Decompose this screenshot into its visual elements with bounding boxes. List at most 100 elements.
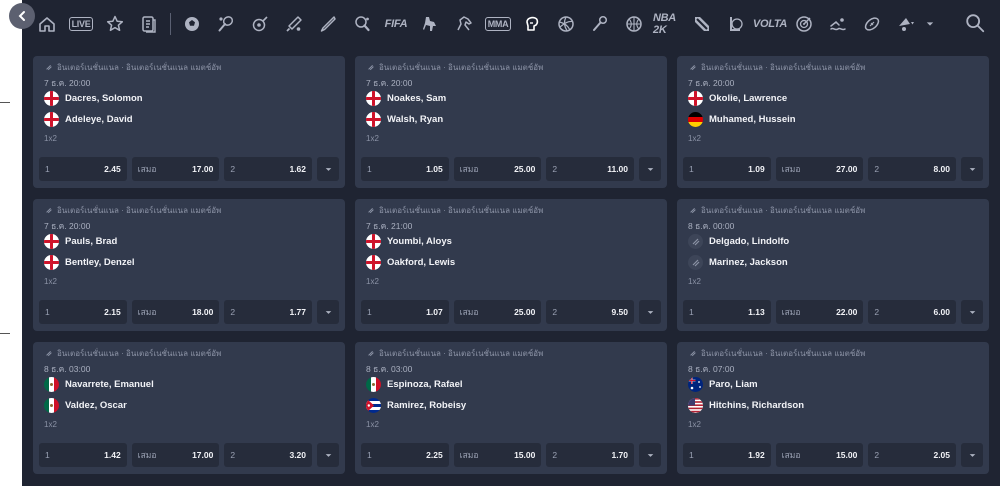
odds-button-away[interactable]: 2 1.70 <box>546 443 635 467</box>
nav-item-dota[interactable] <box>685 0 719 48</box>
nav-item-swimming[interactable] <box>821 0 855 48</box>
match-card[interactable]: อินเตอร์เนชั่นแนล · อินเตอร์เนชั่นแนล แม… <box>33 342 345 474</box>
odds-button-home[interactable]: 1 1.07 <box>361 300 449 324</box>
odds-label: เสมอ <box>459 450 479 460</box>
odds-button-draw[interactable]: เสมอ 25.00 <box>453 157 542 181</box>
nav-item-home[interactable] <box>30 0 64 48</box>
more-markets-button[interactable] <box>961 443 984 467</box>
nav-item-league-of-legends[interactable] <box>719 0 753 48</box>
odds-button-away[interactable]: 2 6.00 <box>868 300 957 324</box>
league-name: อินเตอร์เนชั่นแนล · อินเตอร์เนชั่นแนล แม… <box>379 348 544 358</box>
nav-item-volta-fifa[interactable]: VOLTA <box>753 0 787 48</box>
more-markets-button[interactable] <box>961 157 984 181</box>
match-card[interactable]: อินเตอร์เนชั่นแนล · อินเตอร์เนชั่นแนล แม… <box>355 342 667 474</box>
league-name: อินเตอร์เนชั่นแนล · อินเตอร์เนชั่นแนล แม… <box>701 62 866 72</box>
odds-button-draw[interactable]: เสมอ 25.00 <box>453 300 542 324</box>
odds-button-home[interactable]: 1 1.13 <box>683 300 771 324</box>
more-markets-button[interactable] <box>639 443 662 467</box>
odds-row: 1 1.92 เสมอ 15.00 2 2.05 <box>683 443 984 467</box>
odds-value: 2.15 <box>104 307 121 317</box>
more-markets-button[interactable] <box>639 157 662 181</box>
match-card[interactable]: อินเตอร์เนชั่นแนล · อินเตอร์เนชั่นแนล แม… <box>355 56 667 188</box>
nav-item-badminton[interactable] <box>583 0 617 48</box>
odds-button-home[interactable]: 1 1.42 <box>39 443 127 467</box>
odds-label: 2 <box>552 307 558 317</box>
swimming-icon <box>830 18 846 31</box>
away-team: Muhamed, Hussein <box>683 109 983 130</box>
nav-item-baseball[interactable] <box>311 0 345 48</box>
back-button[interactable] <box>9 3 35 29</box>
odds-label: 2 <box>552 450 558 460</box>
odds-button-home[interactable]: 1 2.45 <box>39 157 127 181</box>
more-markets-button[interactable] <box>317 300 340 324</box>
match-card[interactable]: อินเตอร์เนชั่นแนล · อินเตอร์เนชั่นแนล แม… <box>677 199 989 331</box>
match-card[interactable]: อินเตอร์เนชั่นแนล · อินเตอร์เนชั่นแนล แม… <box>355 199 667 331</box>
odds-button-draw[interactable]: เสมอ 27.00 <box>775 157 864 181</box>
odds-button-away[interactable]: 2 1.77 <box>224 300 313 324</box>
search-button[interactable] <box>964 12 988 36</box>
odds-value: 1.77 <box>289 307 307 317</box>
nav-item-more-sports[interactable] <box>889 0 923 48</box>
caret-down-icon <box>647 167 653 171</box>
odds-button-home[interactable]: 1 1.09 <box>683 157 771 181</box>
caret-down-icon <box>969 310 975 314</box>
league-label: อินเตอร์เนชั่นแนล · อินเตอร์เนชั่นแนล แม… <box>39 62 339 72</box>
more-markets-button[interactable] <box>317 157 340 181</box>
match-card[interactable]: อินเตอร์เนชั่นแนล · อินเตอร์เนชั่นแนล แม… <box>33 199 345 331</box>
odds-button-home[interactable]: 1 2.25 <box>361 443 449 467</box>
odds-button-away[interactable]: 2 9.50 <box>546 300 635 324</box>
nav-item-soccer[interactable] <box>175 0 209 48</box>
market-label: 1x2 <box>366 420 379 429</box>
nav-item-mma[interactable]: MMA <box>481 0 515 48</box>
odds-button-draw[interactable]: เสมอ 17.00 <box>131 157 220 181</box>
none-flag-icon <box>688 234 703 249</box>
market-label: 1x2 <box>688 134 701 143</box>
home-team-name: Navarrete, Emanuel <box>65 379 154 390</box>
odds-button-home[interactable]: 1 2.15 <box>39 300 127 324</box>
odds-button-away[interactable]: 2 8.00 <box>868 157 957 181</box>
odds-button-away[interactable]: 2 11.00 <box>546 157 635 181</box>
odds-button-draw[interactable]: เสมอ 15.00 <box>453 443 542 467</box>
odds-button-draw[interactable]: เสมอ 22.00 <box>775 300 864 324</box>
odds-button-away[interactable]: 2 3.20 <box>224 443 313 467</box>
odds-button-draw[interactable]: เสมอ 17.00 <box>131 443 220 467</box>
odds-button-draw[interactable]: เสมอ 15.00 <box>775 443 864 467</box>
odds-button-home[interactable]: 1 1.92 <box>683 443 771 467</box>
odds-value: 15.00 <box>514 450 536 460</box>
nav-item-darts[interactable] <box>787 0 821 48</box>
odds-row: 1 1.07 เสมอ 25.00 2 9.50 <box>361 300 662 324</box>
nav-item-basketball[interactable] <box>617 0 651 48</box>
nav-item-counter-strike[interactable] <box>413 0 447 48</box>
nav-item-tennis[interactable] <box>209 0 243 48</box>
nav-item-volleyball[interactable] <box>549 0 583 48</box>
odds-button-draw[interactable]: เสมอ 18.00 <box>131 300 220 324</box>
match-card[interactable]: อินเตอร์เนชั่นแนล · อินเตอร์เนชั่นแนล แม… <box>677 342 989 474</box>
match-card[interactable]: อินเตอร์เนชั่นแนล · อินเตอร์เนชั่นแนล แม… <box>677 56 989 188</box>
market-label: 1x2 <box>366 134 379 143</box>
home-team: Okolie, Lawrence <box>683 88 983 109</box>
boxing-glove-icon <box>690 208 696 214</box>
nav-item-boxing[interactable] <box>515 0 549 48</box>
away-team-name: Bentley, Denzel <box>65 257 135 268</box>
nav-item-horse-racing[interactable] <box>447 0 481 48</box>
nav-item-star[interactable] <box>98 0 132 48</box>
more-markets-button[interactable] <box>639 300 662 324</box>
odds-label: 2 <box>874 164 880 174</box>
nav-item-table-tennis[interactable] <box>345 0 379 48</box>
more-markets-button[interactable] <box>317 443 340 467</box>
nav-item-live[interactable]: LIVE <box>64 0 98 48</box>
volleyball-icon <box>558 16 574 32</box>
odds-button-home[interactable]: 1 1.05 <box>361 157 449 181</box>
match-card[interactable]: อินเตอร์เนชั่นแนล · อินเตอร์เนชั่นแนล แม… <box>33 56 345 188</box>
more-markets-button[interactable] <box>961 300 984 324</box>
odds-button-away[interactable]: 2 2.05 <box>868 443 957 467</box>
nav-item-betslip[interactable] <box>132 0 166 48</box>
odds-button-away[interactable]: 2 1.62 <box>224 157 313 181</box>
nav-item-rugby[interactable] <box>855 0 889 48</box>
nav-item-fifa[interactable]: FIFA <box>379 0 413 48</box>
nav-item-nba2k[interactable]: NBA 2K <box>651 0 685 48</box>
nav-item-esports[interactable] <box>243 0 277 48</box>
nav-more-dropdown[interactable] <box>923 0 937 48</box>
counter-strike-icon <box>423 17 436 31</box>
nav-item-cricket[interactable] <box>277 0 311 48</box>
